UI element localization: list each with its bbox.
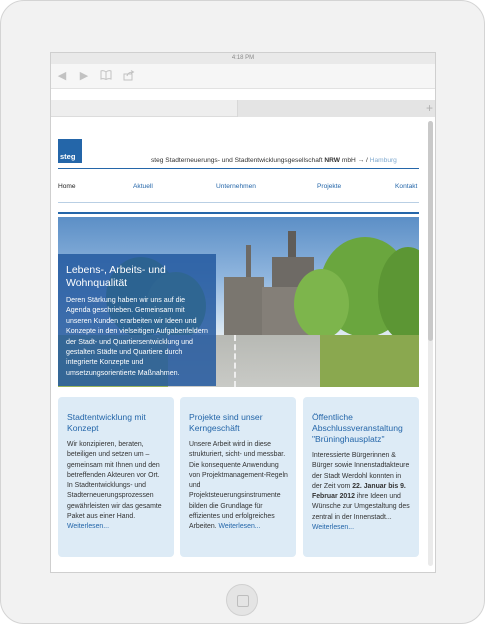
- page-scrollbar[interactable]: [428, 121, 433, 566]
- browser-toolbar: ◀ ▶: [51, 64, 435, 89]
- hero-text: Deren Stärkung haben wir uns auf die Age…: [66, 296, 208, 377]
- card-text: Interessierte Bürgerinnen & Bürger sowie…: [312, 451, 411, 533]
- tagline-bold: NRW: [324, 157, 341, 164]
- status-time: 4:18 PM: [231, 55, 255, 61]
- tagline-arrow: → /: [357, 157, 368, 164]
- new-tab-icon[interactable]: +: [426, 101, 433, 115]
- tagline-text: steg Stadterneuerungs- und Stadtentwickl…: [151, 157, 325, 164]
- header-divider: [58, 168, 419, 169]
- tree-right-2: [294, 269, 349, 339]
- nav-home[interactable]: Home: [58, 183, 76, 190]
- logo-text: steg: [60, 152, 76, 161]
- tab-bar: +: [51, 100, 435, 117]
- nav-kontakt[interactable]: Kontakt: [395, 183, 417, 190]
- card-text: Wir konzipieren, beraten, beteiligen und…: [67, 440, 166, 533]
- nav-aktuell[interactable]: Aktuell: [133, 183, 153, 190]
- bookmarks-icon[interactable]: [99, 70, 113, 82]
- hero-text-box: Lebens-, Arbeits- und Wohnqualität Deren…: [58, 254, 216, 386]
- card-abschlussveranstaltung: Öffentliche Abschlussveranstaltung "Brün…: [303, 397, 419, 557]
- nav-divider-thin: [58, 202, 419, 203]
- scrollbar-thumb[interactable]: [428, 121, 433, 341]
- card-text: Unsere Arbeit wird in diese strukturiert…: [189, 440, 288, 533]
- road-marking: [234, 335, 236, 387]
- card-body: Wir konzipieren, beraten, beteiligen und…: [67, 441, 162, 521]
- steg-logo[interactable]: steg: [58, 139, 82, 163]
- hero-title: Lebens-, Arbeits- und Wohnqualität: [66, 264, 166, 289]
- read-more-link[interactable]: Weiterlesen...: [67, 523, 109, 530]
- hamburg-link[interactable]: Hamburg: [370, 157, 397, 164]
- forward-arrow-icon[interactable]: ▶: [77, 70, 91, 82]
- card-projekte: Projekte sind unser Kerngeschäft Unsere …: [180, 397, 296, 557]
- nav-unternehmen[interactable]: Unternehmen: [216, 183, 256, 190]
- nav-projekte[interactable]: Projekte: [317, 183, 341, 190]
- site-tagline: steg Stadterneuerungs- und Stadtentwickl…: [151, 157, 397, 164]
- tagline-suffix: mbH: [340, 157, 358, 164]
- card-title[interactable]: Projekte sind unser Kerngeschäft: [189, 412, 288, 434]
- status-bar: 4:18 PM: [51, 53, 435, 64]
- web-page: steg steg Stadterneuerungs- und Stadtent…: [51, 117, 435, 572]
- read-more-link[interactable]: Weiterlesen...: [312, 524, 354, 531]
- back-arrow-icon[interactable]: ◀: [55, 70, 69, 82]
- card-title[interactable]: Stadtentwicklung mit Konzept: [67, 412, 166, 434]
- home-button[interactable]: [226, 584, 258, 616]
- nav-divider-thick: [58, 212, 419, 214]
- card-body: Unsere Arbeit wird in diese strukturiert…: [189, 441, 288, 531]
- card-title[interactable]: Öffentliche Abschlussveranstaltung "Brün…: [312, 412, 411, 445]
- grass-right: [320, 335, 419, 387]
- blast-furnace: [224, 277, 264, 335]
- card-stadtentwicklung: Stadtentwicklung mit Konzept Wir konzipi…: [58, 397, 174, 557]
- main-nav: Home Aktuell Unternehmen Projekte Kontak…: [58, 183, 419, 193]
- share-icon[interactable]: [122, 70, 136, 82]
- read-more-link[interactable]: Weiterlesen...: [219, 523, 261, 530]
- browser-tab[interactable]: [237, 100, 435, 117]
- hero-banner: Lebens-, Arbeits- und Wohnqualität Deren…: [58, 217, 419, 387]
